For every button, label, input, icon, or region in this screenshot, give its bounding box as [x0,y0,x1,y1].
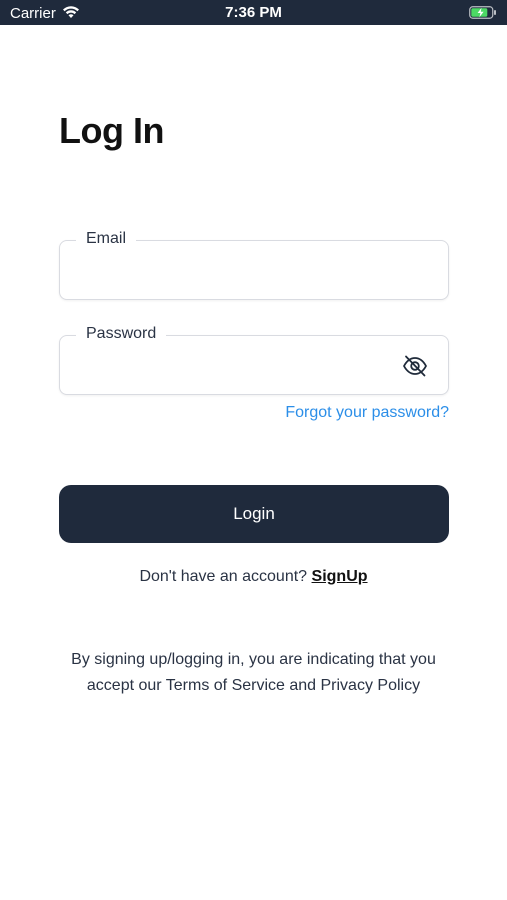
eye-off-icon[interactable] [402,353,428,379]
signup-link[interactable]: SignUp [312,568,368,585]
signup-row: Don't have an account? SignUp [0,568,507,586]
forgot-password-link[interactable]: Forgot your password? [285,404,449,422]
page-title: Log In [59,110,164,151]
terms-text: By signing up/logging in, you are indica… [71,651,436,694]
email-field-container: Email [59,230,449,300]
password-field[interactable] [74,350,394,380]
password-field-container: Password [59,325,449,395]
login-button[interactable]: Login [59,485,449,543]
battery-charging-icon [469,6,496,19]
status-bar: Carrier 7:36 PM [0,0,507,25]
email-field[interactable] [74,255,394,285]
signup-prompt: Don't have an account? [139,568,308,585]
password-label: Password [76,325,167,343]
status-time: 7:36 PM [225,4,282,21]
email-label: Email [76,230,137,248]
